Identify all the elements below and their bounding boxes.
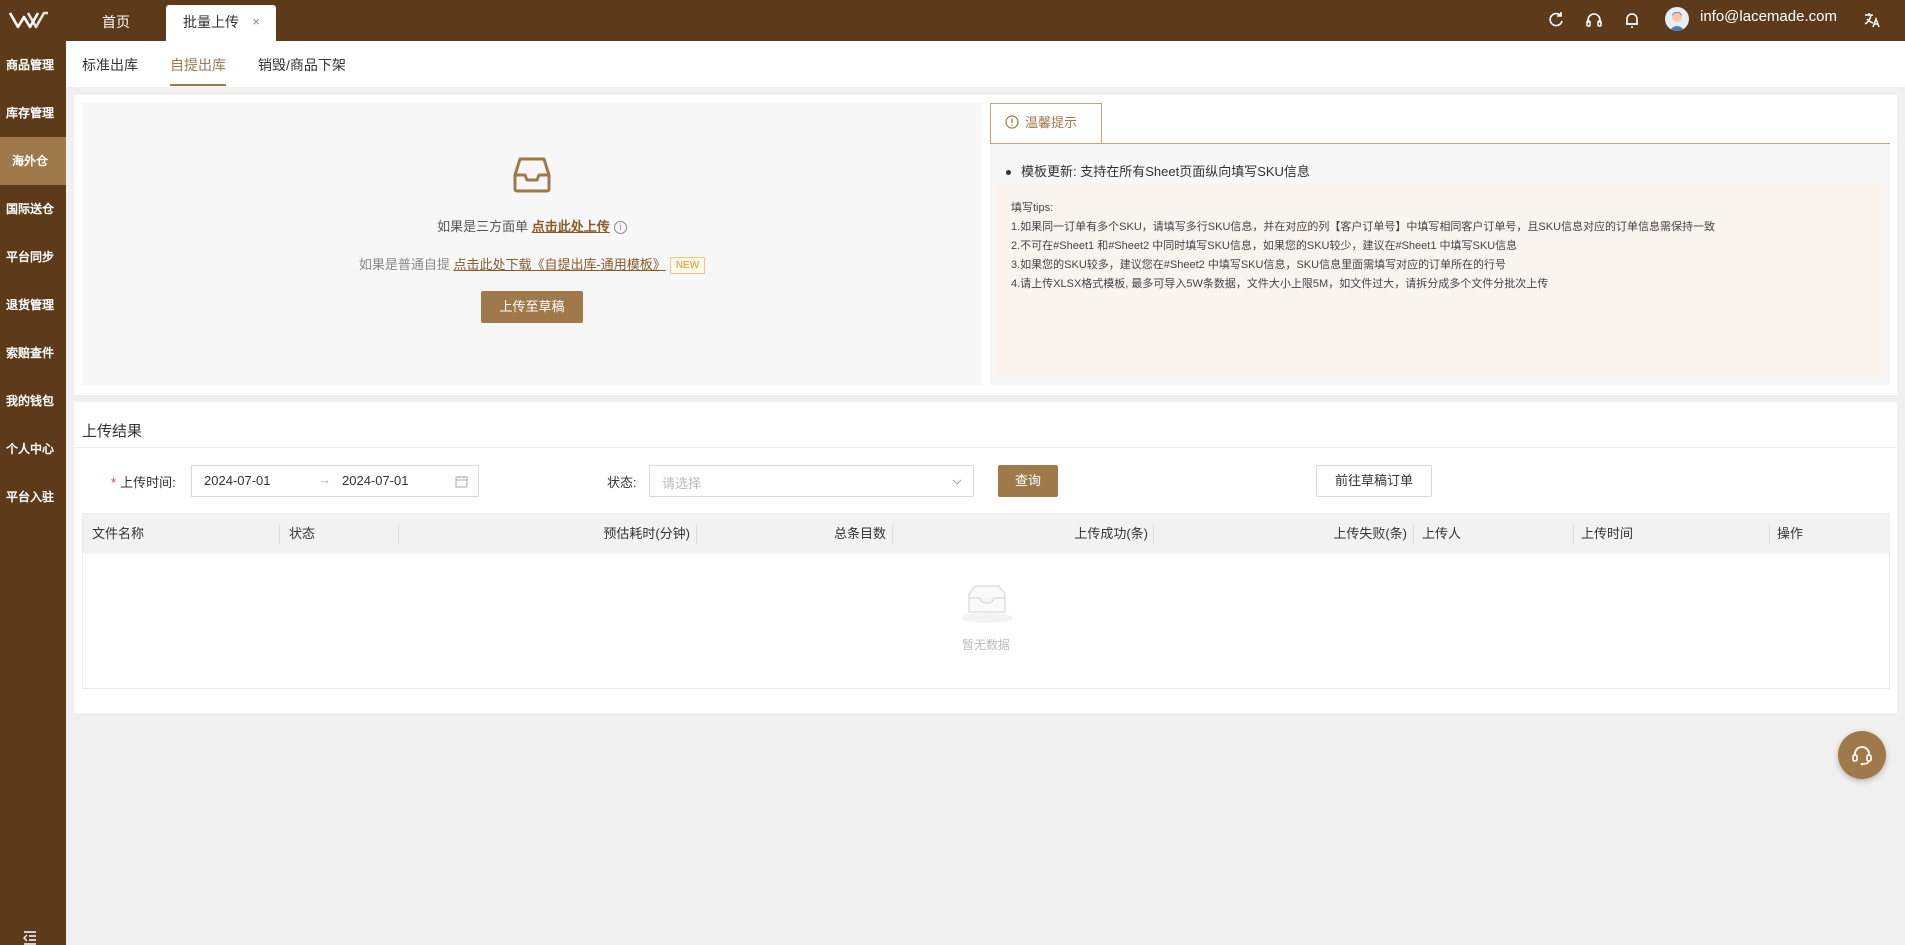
translate-icon[interactable] xyxy=(1862,10,1882,30)
close-icon[interactable]: × xyxy=(252,5,260,39)
sidebar-item-returns[interactable]: 退货管理 xyxy=(0,281,66,329)
arrow-right-icon: → xyxy=(318,472,331,487)
customer-service-icon xyxy=(1852,746,1872,766)
column-header-total-items: 总条目数 xyxy=(833,526,886,541)
column-header-estimated-time: 预估耗时(分钟) xyxy=(603,526,690,541)
status-select[interactable]: 请选择 xyxy=(649,465,974,497)
column-separator xyxy=(1573,524,1574,544)
tips-line: 3.如果您的SKU较多，建议您在#Sheet2 中填写SKU信息，SKU信息里面… xyxy=(1011,259,1507,271)
results-title: 上传结果 xyxy=(82,423,143,440)
sidebar-item-inventory[interactable]: 库存管理 xyxy=(0,89,66,137)
empty-box-icon xyxy=(961,585,1013,623)
third-party-upload-line: 如果是三方面单 点击此处上传 i xyxy=(0,216,1064,235)
column-header-upload-success: 上传成功(条) xyxy=(1074,526,1148,541)
column-header-file-name: 文件名称 xyxy=(92,526,145,541)
bell-icon[interactable] xyxy=(1622,10,1642,30)
template-download-link[interactable]: 点击此处下载《自提出库-通用模板》 xyxy=(453,257,665,272)
status-label: 状态: xyxy=(607,475,637,490)
date-end[interactable]: 2024-07-01 xyxy=(342,473,409,488)
inbox-icon xyxy=(513,157,551,193)
menu-fold-icon[interactable] xyxy=(22,929,38,945)
tips-bullet: 模板更新: 支持在所有Sheet页面纵向填写SKU信息 xyxy=(1006,161,1310,180)
customer-service-button[interactable] xyxy=(1838,731,1886,779)
info-circle-icon[interactable]: i xyxy=(613,221,627,235)
tips-box: 填写tips: 1.如果同一订单有多个SKU，请填写多行SKU信息，并在对应的列… xyxy=(996,184,1882,376)
third-party-upload-link[interactable]: 点击此处上传 xyxy=(532,219,610,234)
new-badge: NEW xyxy=(669,257,706,275)
top-bar: 首页 批量上传 × info@lacemade.com xyxy=(0,0,1905,41)
query-button[interactable]: 查询 xyxy=(998,465,1058,497)
upload-dropzone[interactable] xyxy=(82,103,982,385)
date-range-picker[interactable]: 2024-07-01 → 2024-07-01 xyxy=(191,465,479,497)
avatar[interactable] xyxy=(1665,7,1689,31)
chevron-down-icon xyxy=(952,479,962,485)
tips-tab[interactable]: 温馨提示 xyxy=(990,103,1102,143)
subtab-standard-outbound[interactable]: 标准出库 xyxy=(82,55,138,75)
template-download-line: 如果是普通自提 点击此处下载《自提出库-通用模板》 NEW xyxy=(0,254,1064,275)
subtab-destroy-delist[interactable]: 销毁/商品下架 xyxy=(258,55,346,75)
results-table: 文件名称 状态 预估耗时(分钟) 总条目数 上传成功(条) 上传失败(条) 上传… xyxy=(82,513,1890,689)
status-placeholder: 请选择 xyxy=(662,476,702,491)
tips-line: 2.不可在#Sheet1 和#Sheet2 中同时填写SKU信息，如果您的SKU… xyxy=(1011,240,1518,252)
sidebar-item-platform-onboarding[interactable]: 平台入驻 xyxy=(0,473,66,521)
tips-heading: 填写tips: xyxy=(1011,202,1054,214)
sidebar-item-wallet[interactable]: 我的钱包 xyxy=(0,377,66,425)
sidebar-item-profile[interactable]: 个人中心 xyxy=(0,425,66,473)
active-tab-indicator xyxy=(170,84,226,86)
column-header-upload-failed: 上传失败(条) xyxy=(1333,526,1407,541)
date-start[interactable]: 2024-07-01 xyxy=(204,473,271,488)
sidebar: 商品管理 库存管理 海外仓 国际送仓 平台同步 退货管理 索赔查件 我的钱包 个… xyxy=(0,41,66,945)
tips-line: 4.请上传XLSX格式模板, 最多可导入5W条数据，文件大小上限5M，如文件过大… xyxy=(1011,278,1549,290)
upload-to-draft-button[interactable]: 上传至草稿 xyxy=(481,291,583,323)
sidebar-item-products[interactable]: 商品管理 xyxy=(0,41,66,89)
go-to-draft-orders-button[interactable]: 前往草稿订单 xyxy=(1316,465,1432,497)
column-separator xyxy=(1413,524,1414,544)
column-header-actions: 操作 xyxy=(1777,526,1804,541)
warning-circle-icon xyxy=(1005,115,1019,129)
user-email[interactable]: info@lacemade.com xyxy=(1700,8,1837,25)
tab-batch-upload[interactable]: 批量上传 × xyxy=(166,5,276,41)
column-separator xyxy=(279,524,280,544)
empty-state-text: 暂无数据 xyxy=(961,638,1010,652)
upload-time-label: * 上传时间: xyxy=(111,475,176,490)
table-header: 文件名称 状态 预估耗时(分钟) 总条目数 上传成功(条) 上传失败(条) 上传… xyxy=(83,514,1889,554)
headset-icon[interactable] xyxy=(1584,10,1604,30)
refresh-icon[interactable] xyxy=(1546,10,1566,30)
calendar-icon xyxy=(455,476,468,488)
tips-line: 1.如果同一订单有多个SKU，请填写多行SKU信息，并在对应的列【客户订单号】中… xyxy=(1011,221,1716,233)
subnav: 标准出库 自提出库 销毁/商品下架 xyxy=(66,41,1905,87)
logo[interactable] xyxy=(8,10,50,30)
column-header-uploader: 上传人 xyxy=(1422,526,1462,541)
sidebar-item-claims[interactable]: 索赔查件 xyxy=(0,329,66,377)
sidebar-item-overseas-warehouse[interactable]: 海外仓 xyxy=(0,137,66,185)
column-header-status: 状态 xyxy=(289,526,316,541)
column-separator xyxy=(1769,524,1770,544)
divider xyxy=(74,447,1897,448)
tab-label: 批量上传 xyxy=(183,14,239,30)
subtab-pickup-outbound[interactable]: 自提出库 xyxy=(170,55,226,75)
tab-home[interactable]: 首页 xyxy=(80,5,152,41)
column-header-upload-time: 上传时间 xyxy=(1581,526,1634,541)
